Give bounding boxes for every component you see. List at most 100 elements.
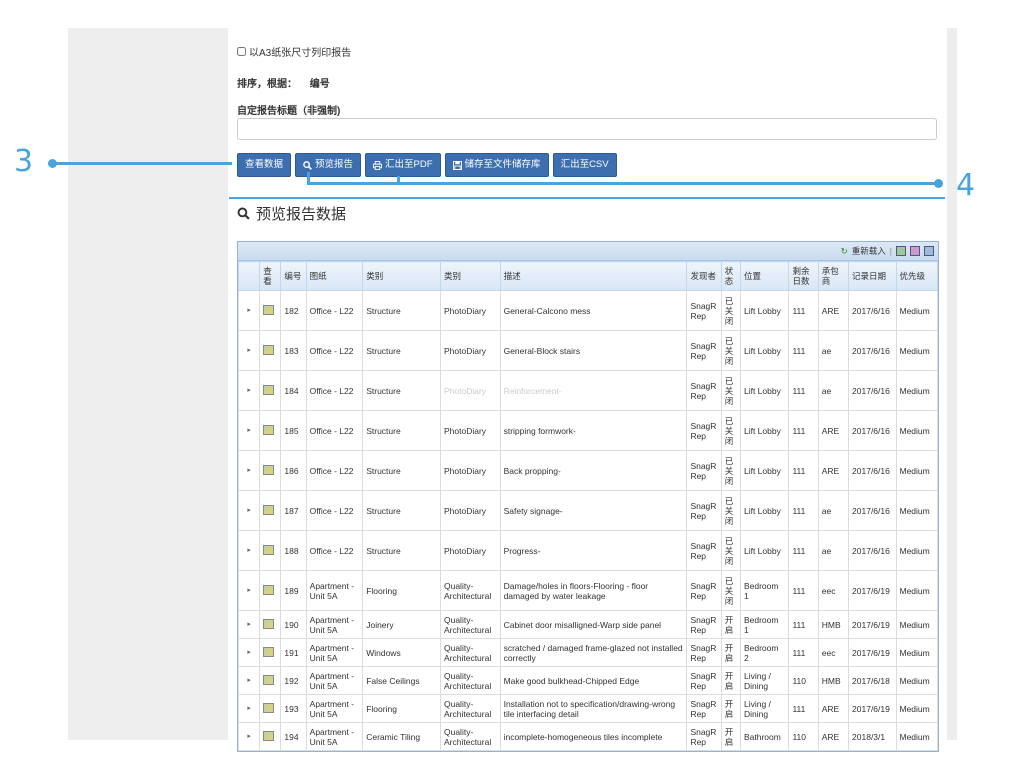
- cell-cat2: PhotoDiary: [439, 450, 501, 491]
- cell-status: 已关闭: [720, 490, 741, 531]
- column-header[interactable]: 类别: [439, 261, 501, 291]
- reload-icon[interactable]: ↻: [841, 246, 848, 257]
- expand-row-icon[interactable]: ▸: [237, 666, 261, 695]
- expand-row-icon[interactable]: ▸: [237, 530, 261, 571]
- preview-report-button[interactable]: 预览报告: [295, 153, 362, 177]
- column-header[interactable]: 位置: [739, 261, 790, 291]
- image-icon[interactable]: [263, 424, 275, 435]
- image-icon[interactable]: [263, 464, 275, 475]
- expand-row-icon[interactable]: ▸: [237, 410, 261, 451]
- expand-row-icon[interactable]: ▸: [237, 722, 261, 751]
- cell-drawing: Office - L22: [305, 450, 364, 491]
- view-cell[interactable]: [259, 450, 282, 491]
- image-icon[interactable]: [263, 544, 275, 555]
- column-header[interactable]: 记录日期: [848, 261, 897, 291]
- view-cell[interactable]: [259, 666, 282, 695]
- table-row[interactable]: ▸ 189 Apartment - Unit 5A Flooring Quality-A…: [237, 570, 938, 611]
- table-row[interactable]: ▸ 194 Apartment - Unit 5A Ceramic Tiling Qua…: [237, 722, 938, 751]
- table-row[interactable]: ▸ 182 Office - L22 Structure PhotoDiary Gener…: [237, 290, 938, 331]
- view-cell[interactable]: [259, 570, 282, 611]
- report-title-input[interactable]: [237, 118, 937, 140]
- cell-contractor: ARE: [817, 410, 850, 451]
- table-row[interactable]: ▸ 188 Office - L22 Structure PhotoDiary Progr…: [237, 530, 938, 571]
- image-icon[interactable]: [263, 384, 275, 395]
- column-header[interactable]: 图纸: [305, 261, 364, 291]
- expand-row-icon[interactable]: ▸: [237, 638, 261, 667]
- table-row[interactable]: ▸ 190 Apartment - Unit 5A Joinery Quality-Ar…: [237, 610, 938, 639]
- table-row[interactable]: ▸ 185 Office - L22 Structure PhotoDiary strip…: [237, 410, 938, 451]
- expand-row-icon[interactable]: ▸: [237, 450, 261, 491]
- table-row[interactable]: ▸ 186 Office - L22 Structure PhotoDiary Back …: [237, 450, 938, 491]
- sort-value[interactable]: 编号: [310, 79, 330, 90]
- a3-print-option[interactable]: 以A3纸张尺寸列印报告: [237, 44, 351, 59]
- csv-export-icon[interactable]: [924, 246, 934, 256]
- table-row[interactable]: ▸ 183 Office - L22 Structure PhotoDiary Gener…: [237, 330, 938, 371]
- image-icon[interactable]: [263, 618, 275, 629]
- view-cell[interactable]: [259, 410, 282, 451]
- column-header[interactable]: 状态: [720, 261, 741, 291]
- expand-row-icon[interactable]: ▸: [237, 290, 261, 331]
- pdf-export-icon[interactable]: [910, 246, 920, 256]
- expand-row-icon[interactable]: ▸: [237, 610, 261, 639]
- image-icon[interactable]: [263, 702, 275, 713]
- column-header[interactable]: 优先级: [895, 261, 938, 291]
- expand-row-icon[interactable]: ▸: [237, 694, 261, 723]
- cell-loc: Lift Lobby: [739, 450, 790, 491]
- cell-cat2: PhotoDiary: [439, 410, 501, 451]
- column-header[interactable]: 类别: [362, 261, 441, 291]
- cell-finder: SnagR Rep: [686, 666, 722, 695]
- view-cell[interactable]: [259, 638, 282, 667]
- cell-cat2: Quality-Architectural: [439, 694, 501, 723]
- cell-loc: Bedroom 2: [739, 638, 790, 667]
- cell-days: 111: [788, 330, 819, 371]
- image-icon[interactable]: [263, 674, 275, 685]
- export-csv-button[interactable]: 汇出至CSV: [552, 153, 617, 177]
- cell-finder: SnagR Rep: [686, 694, 722, 723]
- image-icon[interactable]: [263, 646, 275, 657]
- view-data-button[interactable]: 查看数据: [237, 153, 292, 177]
- table-row[interactable]: ▸ 193 Apartment - Unit 5A Flooring Quality-A…: [237, 694, 938, 723]
- image-icon[interactable]: [263, 344, 275, 355]
- reload-link[interactable]: 重新载入: [852, 245, 886, 257]
- image-icon[interactable]: [263, 304, 275, 315]
- view-cell[interactable]: [259, 530, 282, 571]
- view-cell[interactable]: [259, 330, 282, 371]
- excel-export-icon[interactable]: [896, 246, 906, 256]
- save-to-repository-button[interactable]: 储存至文件储存库: [444, 153, 549, 177]
- view-cell[interactable]: [259, 290, 282, 331]
- table-row[interactable]: ▸ 192 Apartment - Unit 5A False Ceilings Qua…: [237, 666, 938, 695]
- expand-row-icon[interactable]: ▸: [237, 370, 261, 411]
- view-cell[interactable]: [259, 490, 282, 531]
- expand-row-icon[interactable]: ▸: [237, 490, 261, 531]
- column-header[interactable]: 编号: [280, 261, 307, 291]
- cell-cat1: Windows: [362, 638, 441, 667]
- image-icon[interactable]: [263, 730, 275, 741]
- expand-row-icon[interactable]: ▸: [237, 570, 261, 611]
- table-row[interactable]: ▸ 187 Office - L22 Structure PhotoDiary Safet…: [237, 490, 938, 531]
- cell-cat2: PhotoDiary: [439, 290, 501, 331]
- a3-checkbox[interactable]: [237, 47, 246, 56]
- view-cell[interactable]: [259, 610, 282, 639]
- cell-desc: incomplete-homogeneous tiles incomplete: [499, 722, 688, 751]
- table-row[interactable]: ▸ 184 Office - L22 Structure PhotoDiary Reinf…: [237, 370, 938, 411]
- export-pdf-button[interactable]: 汇出至PDF: [365, 153, 441, 177]
- image-icon[interactable]: [263, 504, 275, 515]
- expand-row-icon[interactable]: ▸: [237, 330, 261, 371]
- cell-desc: Safety signage-: [499, 490, 688, 531]
- cell-priority: Medium: [895, 610, 938, 639]
- toolbar-separator: |: [889, 246, 892, 256]
- column-header[interactable]: 查看: [259, 261, 282, 291]
- view-cell[interactable]: [259, 370, 282, 411]
- view-cell[interactable]: [259, 694, 282, 723]
- cell-contractor: HMB: [817, 610, 850, 639]
- view-cell[interactable]: [259, 722, 282, 751]
- cell-cat1: Structure: [362, 370, 441, 411]
- table-row[interactable]: ▸ 191 Apartment - Unit 5A Windows Quality-Ar…: [237, 638, 938, 667]
- cell-date: 2017/6/16: [848, 450, 897, 491]
- callout-4-number: 4: [956, 168, 976, 203]
- column-header[interactable]: 承包商: [817, 261, 850, 291]
- column-header[interactable]: 发现者: [686, 261, 722, 291]
- column-header[interactable]: 描述: [499, 261, 688, 291]
- column-header[interactable]: 剩余日数: [788, 261, 819, 291]
- image-icon[interactable]: [263, 584, 275, 595]
